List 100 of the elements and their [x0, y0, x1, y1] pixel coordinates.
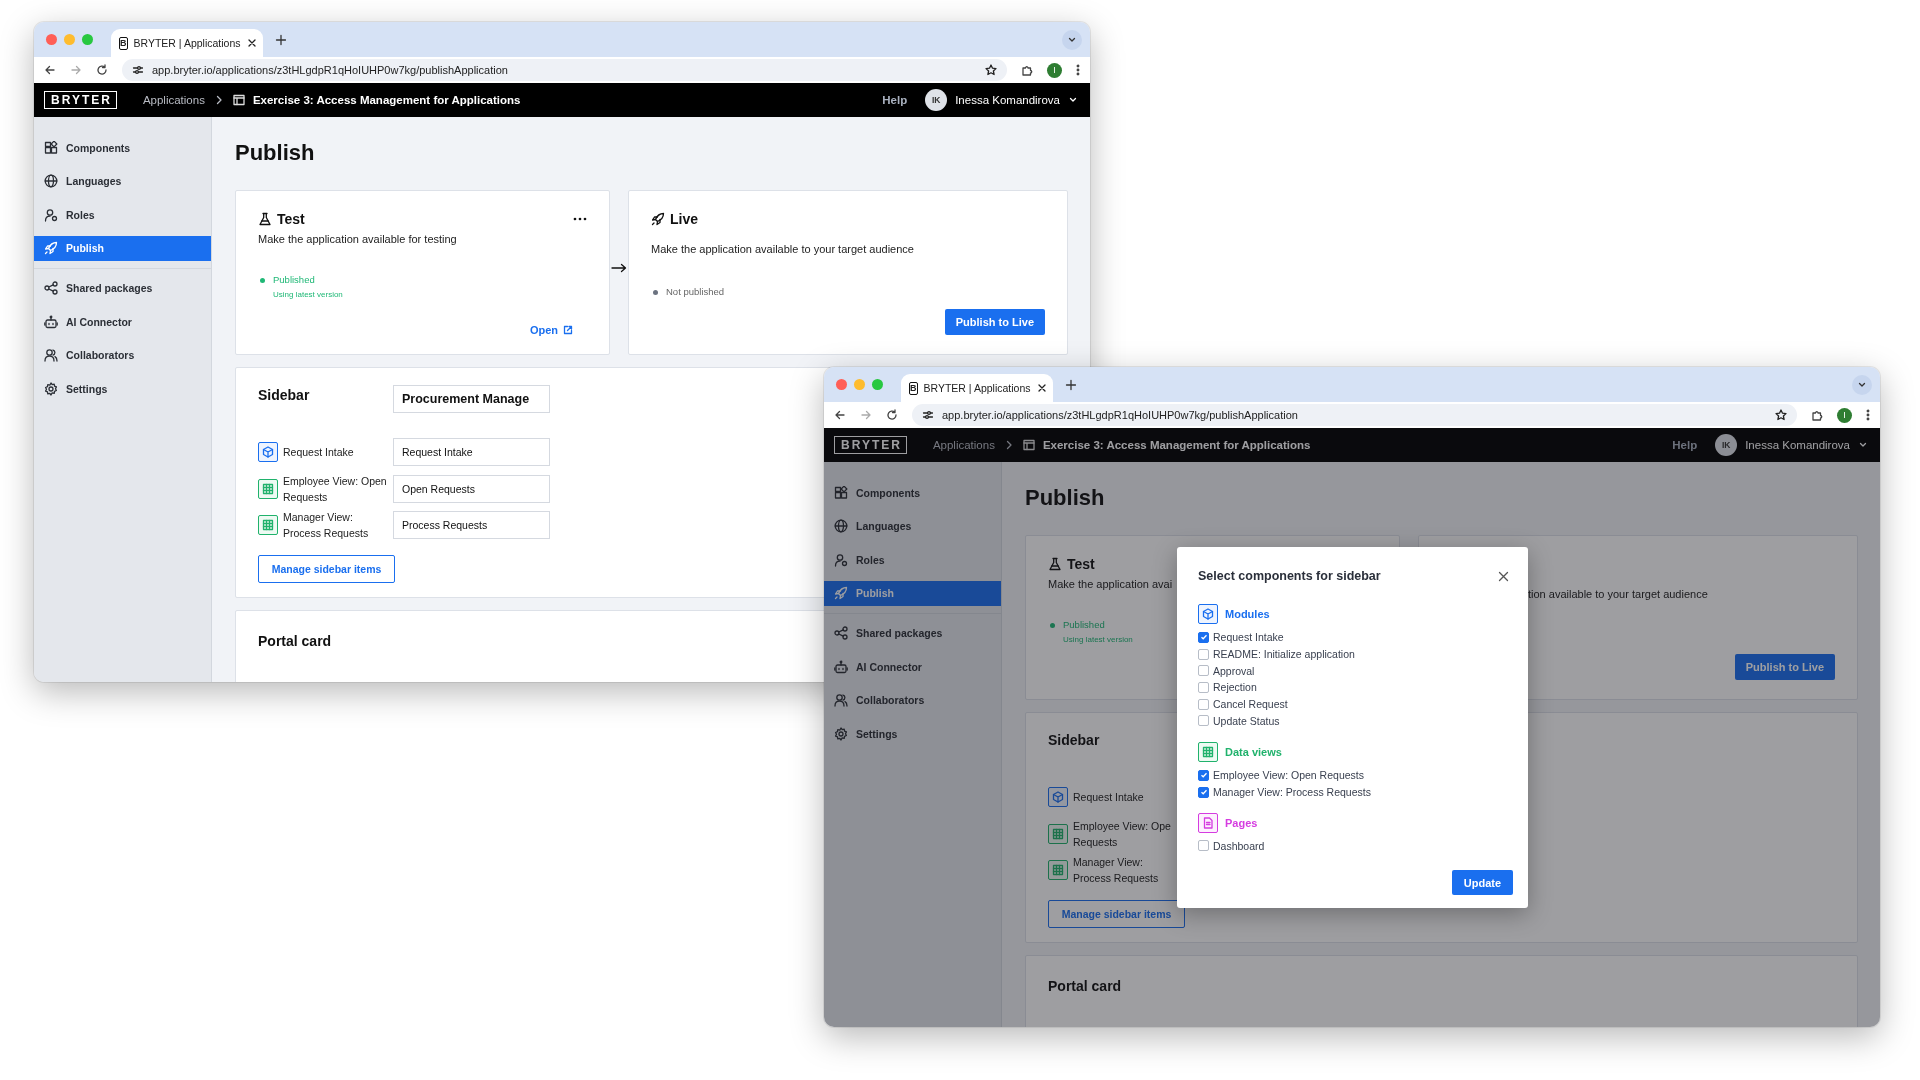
checkbox[interactable] — [1198, 840, 1209, 852]
sidebar-item[interactable]: Publish — [34, 235, 211, 261]
components-icon — [44, 140, 58, 155]
checkbox[interactable] — [1198, 665, 1209, 677]
publish-button[interactable]: Publish to Live — [944, 309, 1045, 335]
status-text: Published — [1063, 618, 1105, 632]
item-label: Manager View: Process Requests — [283, 510, 370, 541]
address-bar[interactable]: app.bryter.io/applications/z3tHLgdpR1qHoIUHP0w7kg/publishApplication — [912, 404, 1797, 426]
checkbox[interactable] — [1198, 648, 1209, 660]
update-button[interactable]: Update — [1452, 870, 1513, 896]
star-icon[interactable] — [1775, 409, 1787, 421]
sidebar-item[interactable]: Collaborators — [34, 342, 211, 368]
status-note: Using latest version — [273, 289, 343, 301]
components-icon — [834, 485, 848, 500]
table-icon — [258, 515, 278, 535]
rocket-icon — [651, 212, 665, 226]
user-name[interactable]: Inessa Komandirova — [955, 94, 1060, 106]
cube-icon — [1198, 604, 1218, 624]
open-link[interactable]: Open — [529, 324, 573, 336]
table-icon — [1198, 742, 1218, 763]
section-title: Portal card — [1048, 978, 1122, 994]
section-title: Sidebar — [258, 387, 310, 403]
people-icon — [834, 693, 848, 707]
browser-tab[interactable]: B BRYTER | Applications — [901, 374, 1053, 402]
sidebar-item[interactable]: Collaborators — [824, 687, 1001, 713]
status-text: Not published — [666, 285, 725, 299]
sidebar-item[interactable]: Settings — [34, 376, 211, 401]
user-avatar[interactable]: IK — [1715, 434, 1738, 456]
user-name[interactable]: Inessa Komandirova — [1745, 439, 1850, 451]
browser-tab[interactable]: B BRYTER | Applications — [111, 29, 263, 57]
url-text: app.bryter.io/applications/z3tHLgdpR1qHoIUHP0w7kg/publishApplication — [942, 409, 1299, 421]
profile-avatar[interactable]: I — [1837, 407, 1852, 423]
site-settings-icon[interactable] — [922, 409, 934, 421]
more-icon[interactable] — [1866, 409, 1870, 421]
breadcrumb-link[interactable]: Applications — [142, 94, 205, 106]
table-icon — [1048, 860, 1068, 880]
checkbox-label: Request Intake — [1213, 631, 1284, 644]
checkbox[interactable] — [1198, 698, 1209, 710]
manage-button[interactable]: Manage sidebar items — [258, 555, 395, 583]
sidebar-item[interactable]: Settings — [824, 721, 1001, 746]
reload-icon[interactable] — [886, 409, 898, 421]
flask-icon — [258, 212, 272, 226]
more-icon[interactable] — [573, 217, 587, 221]
card-title: Test — [1067, 556, 1095, 572]
address-bar[interactable]: app.bryter.io/applications/z3tHLgdpR1qHoIUHP0w7kg/publishApplication — [122, 59, 1007, 81]
site-settings-icon[interactable] — [132, 64, 144, 76]
status-note: Using latest version — [1063, 634, 1133, 646]
cube-icon — [258, 442, 278, 462]
checkbox-label: Approval — [1213, 664, 1255, 677]
sidebar-item[interactable]: Roles — [34, 202, 211, 227]
back-icon[interactable] — [44, 64, 56, 76]
app-title: Exercise 3: Access Management for Applications — [1042, 439, 1311, 451]
favicon: B — [909, 381, 918, 395]
checkbox[interactable] — [1198, 786, 1209, 798]
user-avatar[interactable]: IK — [925, 89, 948, 111]
card-description: Make the application available for testing — [258, 232, 457, 247]
chevron-right-icon — [214, 95, 223, 105]
checkbox[interactable] — [1198, 631, 1209, 643]
text-field[interactable]: Process Requests — [393, 511, 550, 539]
puzzle-icon[interactable] — [1021, 64, 1033, 76]
checkbox-label: Manager View: Process Requests — [1213, 786, 1371, 799]
text-field[interactable]: Open Requests — [393, 474, 550, 503]
card-description: Make the application available to your target audience — [651, 242, 914, 257]
chevron-right-icon — [1004, 440, 1013, 450]
logo[interactable]: BRYTER — [834, 436, 907, 454]
profile-avatar[interactable]: I — [1047, 62, 1062, 78]
checkbox[interactable] — [1198, 715, 1209, 727]
help-link[interactable]: Help — [1672, 439, 1698, 451]
page-title: Publish — [235, 139, 315, 167]
checkbox-label: Dashboard — [1213, 839, 1265, 852]
close-icon[interactable] — [1036, 383, 1047, 393]
card-description: tion available to your target audience — [1527, 587, 1708, 602]
plus-icon[interactable] — [275, 33, 287, 46]
reload-icon[interactable] — [96, 64, 108, 76]
help-link[interactable]: Help — [882, 94, 908, 106]
breadcrumb-link[interactable]: Applications — [932, 439, 995, 451]
close-icon[interactable] — [1498, 570, 1509, 582]
status-text: Published — [273, 273, 315, 287]
more-icon[interactable] — [1076, 64, 1080, 76]
globe-icon — [44, 174, 58, 188]
sidebar-item[interactable]: AI Connector — [34, 309, 211, 334]
section-title: Portal card — [258, 633, 332, 649]
name-field[interactable]: Procurement Manage — [393, 385, 550, 413]
layout-icon — [1022, 439, 1035, 451]
close-icon[interactable] — [246, 38, 257, 48]
person-icon — [834, 552, 848, 567]
plus-icon[interactable] — [1065, 378, 1077, 391]
back-icon[interactable] — [834, 409, 846, 421]
checkbox[interactable] — [1198, 769, 1209, 781]
logo[interactable]: BRYTER — [44, 91, 117, 109]
star-icon[interactable] — [985, 64, 997, 76]
checkbox-label: Employee View: Open Requests — [1213, 769, 1364, 782]
text-field[interactable]: Request Intake — [393, 438, 550, 466]
item-label: Manager View: Process Requests — [1073, 855, 1160, 886]
sidebar-item[interactable]: Languages — [34, 168, 211, 194]
sidebar-item[interactable]: Components — [34, 135, 211, 160]
checkbox[interactable] — [1198, 681, 1209, 693]
item-label: Request Intake — [283, 445, 355, 460]
sidebar-item[interactable]: Shared packages — [34, 275, 211, 301]
puzzle-icon[interactable] — [1811, 409, 1823, 421]
